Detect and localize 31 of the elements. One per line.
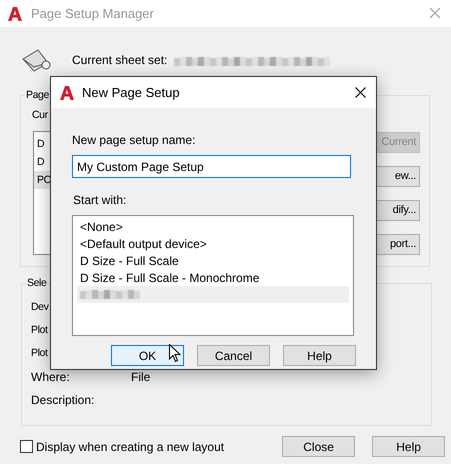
window-title: Page Setup Manager — [31, 4, 154, 23]
app-logo-icon — [59, 84, 75, 100]
close-icon[interactable] — [355, 87, 366, 98]
paper-roll-icon — [20, 47, 52, 73]
name-field[interactable]: My Custom Page Setup — [72, 155, 351, 178]
detail-label: Plot — [31, 346, 49, 361]
mouse-pointer-icon — [169, 344, 181, 363]
list-item[interactable]: <Default output device> — [77, 235, 349, 252]
start-with-label: Start with: — [73, 192, 128, 209]
dialog-button[interactable]: Help — [283, 345, 356, 366]
detail-label: Description: — [31, 392, 96, 408]
detail-value: File — [131, 368, 150, 386]
checkbox-label: Display when creating a new layout — [36, 438, 224, 456]
footer-button[interactable]: Help — [372, 436, 446, 457]
list-item[interactable]: D Size - Full Scale — [77, 252, 349, 269]
checkbox[interactable] — [20, 440, 33, 453]
list-item[interactable]: <None> — [77, 218, 349, 235]
blurred-text — [80, 290, 140, 299]
sheet-set-label: Current sheet set: — [72, 52, 168, 69]
name-label: New page setup name: — [72, 132, 196, 149]
current-label: Cur — [32, 108, 48, 123]
detail-label: Dev — [31, 300, 50, 315]
list-item[interactable]: D Size - Full Scale - Monochrome — [77, 269, 349, 286]
footer-button[interactable]: Close — [282, 436, 356, 457]
dialog-title: New Page Setup — [82, 84, 180, 102]
app-logo-icon — [7, 6, 23, 22]
dialog-button[interactable]: OK — [111, 345, 184, 366]
start-with-list[interactable]: <None> <Default output device> D Size - Full Scale D Size - Full Scale - Monochrome — [72, 215, 354, 336]
dialog-button[interactable]: Cancel — [197, 345, 270, 366]
detail-label: Where: — [31, 368, 71, 386]
detail-label: Plot — [31, 322, 49, 338]
